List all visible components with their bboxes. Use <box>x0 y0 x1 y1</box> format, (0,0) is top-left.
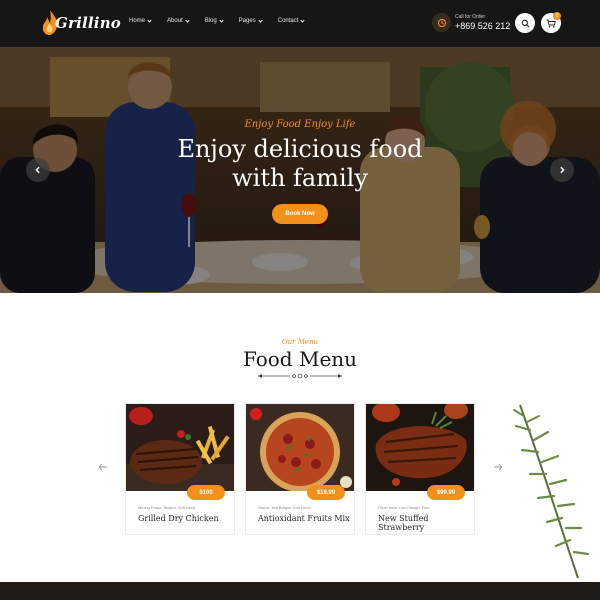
chevron-down-icon <box>219 17 224 23</box>
nav-label: Pages <box>238 18 256 24</box>
nav-item-blog[interactable]: Blog <box>204 17 224 24</box>
menu-card[interactable]: $99.99 Other Item, Lau Chingri, Fish New… <box>365 403 475 535</box>
main-nav: Home About Blog Pages Contact <box>129 17 320 24</box>
arrow-left-icon <box>98 463 107 471</box>
hero-prev-button[interactable] <box>26 158 50 182</box>
menu-title: Food Menu <box>242 347 358 371</box>
call-label: Call for Order <box>455 13 486 20</box>
chevron-down-icon <box>258 17 263 23</box>
call-text: Call for Order +869 526 212 <box>455 14 510 32</box>
next-section-strip <box>0 582 600 600</box>
chevron-down-icon <box>185 17 190 23</box>
grilled-steak-image <box>366 404 474 491</box>
card-title[interactable]: Grilled Dry Chicken <box>138 514 219 523</box>
cart-count-badge: 0 <box>553 12 561 20</box>
hero-title-line2: with family <box>232 164 368 192</box>
menu-card[interactable]: $100 Mining Potao, Binjani, Soft Drink G… <box>125 403 235 535</box>
chevron-right-icon <box>560 166 565 174</box>
card-ingredients: Sauce, Hot Burger, Soft Drink <box>258 505 311 510</box>
nav-label: About <box>167 18 183 24</box>
chevron-left-icon <box>35 166 40 174</box>
search-icon <box>521 19 529 27</box>
steak-fries-image <box>126 404 234 491</box>
site-logo[interactable]: Grillino <box>40 9 121 39</box>
chevron-down-icon <box>147 17 152 23</box>
pizza-image <box>246 404 354 491</box>
nav-item-pages[interactable]: Pages <box>238 17 263 24</box>
nav-item-contact[interactable]: Contact <box>277 17 306 24</box>
nav-label: Home <box>129 18 146 24</box>
hero-subtitle: Enjoy Food Enjoy Life <box>244 119 356 130</box>
ornament-divider-icon <box>258 373 342 379</box>
book-now-button[interactable]: Book Now <box>272 204 328 224</box>
card-title[interactable]: New Stuffed Strawberry <box>378 514 474 532</box>
price-badge: $100 <box>187 485 225 500</box>
menu-prev-button[interactable] <box>98 463 108 474</box>
nav-item-home[interactable]: Home <box>129 17 152 24</box>
page: Grillino Home About Blog Pages Contact C… <box>0 0 600 600</box>
price-badge: $19.99 <box>307 485 345 500</box>
nav-label: Contact <box>277 18 299 24</box>
menu-card[interactable]: $19.99 Sauce, Hot Burger, Soft Drink Ant… <box>245 403 355 535</box>
card-title[interactable]: Antioxidant Fruits Mix <box>258 514 350 523</box>
call-number[interactable]: +869 526 212 <box>455 21 510 32</box>
site-header: Grillino Home About Blog Pages Contact C… <box>0 0 600 47</box>
call-for-order[interactable]: Call for Order +869 526 212 <box>432 13 510 32</box>
cart-icon <box>546 19 556 28</box>
price-badge: $99.99 <box>427 485 465 500</box>
logo-text: Grillino <box>55 14 122 32</box>
phone-icon <box>432 13 451 32</box>
hero-next-button[interactable] <box>550 158 574 182</box>
nav-item-about[interactable]: About <box>167 17 190 24</box>
rosemary-decoration-icon <box>513 404 590 579</box>
menu-subtitle: Our Menu <box>281 338 319 346</box>
nav-label: Blog <box>204 18 217 24</box>
chevron-down-icon <box>300 17 306 23</box>
card-ingredients: Other Item, Lau Chingri, Fish <box>378 505 430 510</box>
card-ingredients: Mining Potao, Binjani, Soft Drink <box>138 505 196 510</box>
hero-slider: Enjoy Food Enjoy Life Enjoy delicious fo… <box>0 47 600 293</box>
hero-title: Enjoy delicious food with family <box>0 135 600 193</box>
search-button[interactable] <box>515 13 535 33</box>
hero-title-line1: Enjoy delicious food <box>177 135 423 163</box>
